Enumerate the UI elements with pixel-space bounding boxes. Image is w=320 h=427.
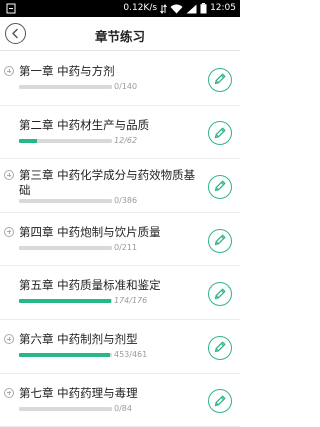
data-transfer-icon <box>160 3 167 14</box>
progress-bar <box>19 352 112 357</box>
progress-bar <box>19 85 112 89</box>
page-title: 章节练习 <box>94 29 145 44</box>
chapter-item[interactable]: 第四章 中药炮制与饮片质量 0/211 <box>0 213 240 267</box>
chapter-title: 第五章 中药质量标准和鉴定 <box>19 278 161 293</box>
expand-icon[interactable] <box>4 387 14 398</box>
pencil-icon <box>214 127 225 139</box>
expand-icon[interactable] <box>4 333 14 344</box>
practice-button[interactable] <box>208 121 232 146</box>
progress-bar <box>19 245 112 250</box>
practice-button[interactable] <box>208 174 232 199</box>
pencil-icon <box>214 234 225 246</box>
progress-count: 0/140 <box>114 82 138 91</box>
progress-bar <box>19 299 112 304</box>
chapter-item[interactable]: 第七章 中药药理与毒理 0/84 <box>0 374 240 427</box>
progress-count: 453/461 <box>114 349 148 359</box>
chapter-title: 第七章 中药药理与毒理 <box>19 385 138 400</box>
progress-count: 174/176 <box>114 296 148 306</box>
wifi-icon <box>170 4 183 13</box>
progress-fill <box>19 352 111 357</box>
chapter-list: 第一章 中药与方剂 0/140 第二章 中药材生产与品质 12/62 第三章 中药化学成… <box>0 52 240 427</box>
expand-icon[interactable] <box>4 170 14 181</box>
chapter-item[interactable]: 第一章 中药与方剂 0/140 <box>0 52 240 106</box>
pencil-icon <box>214 288 225 299</box>
progress-count: 0/211 <box>114 242 138 252</box>
progress-fill <box>19 138 38 143</box>
pencil-icon <box>214 181 225 192</box>
practice-button[interactable] <box>208 67 232 92</box>
progress-count: 12/62 <box>114 135 138 145</box>
chapter-title: 第一章 中药与方剂 <box>19 64 115 78</box>
chapter-item[interactable]: 第五章 中药质量标准和鉴定 174/176 <box>0 266 240 320</box>
practice-button[interactable] <box>208 228 232 253</box>
progress-count: 0/84 <box>114 403 132 413</box>
practice-button[interactable] <box>208 389 232 414</box>
network-speed: 0.12K/s <box>123 3 158 13</box>
battery-icon <box>200 3 207 14</box>
signal-icon <box>186 4 197 13</box>
chapter-item[interactable]: 第三章 中药化学成分与药效物质基础 0/386 <box>0 159 240 213</box>
chapter-title: 第二章 中药材生产与品质 <box>19 117 150 132</box>
progress-bar <box>19 138 112 143</box>
practice-button[interactable] <box>208 282 232 307</box>
progress-count: 0/386 <box>114 196 138 206</box>
pencil-icon <box>214 73 225 85</box>
clock: 12:05 <box>210 3 236 13</box>
expand-icon[interactable] <box>4 66 14 76</box>
chapter-item[interactable]: 第二章 中药材生产与品质 12/62 <box>0 106 240 160</box>
progress-bar <box>19 199 112 204</box>
app-header: 章节练习 <box>0 17 240 51</box>
pencil-icon <box>214 395 225 407</box>
chapter-title: 第四章 中药炮制与饮片质量 <box>19 224 161 239</box>
notification-icon <box>6 3 16 14</box>
progress-bar <box>19 406 112 411</box>
pencil-icon <box>214 341 225 353</box>
status-bar: 0.12K/s 12:05 <box>0 0 240 17</box>
progress-fill <box>19 299 111 304</box>
chapter-item[interactable]: 第六章 中药制剂与剂型 453/461 <box>0 320 240 374</box>
chapter-title: 第三章 中药化学成分与药效物质基础 <box>19 168 196 198</box>
expand-icon[interactable] <box>4 226 14 237</box>
chapter-title: 第六章 中药制剂与剂型 <box>19 331 138 346</box>
practice-button[interactable] <box>208 335 232 360</box>
